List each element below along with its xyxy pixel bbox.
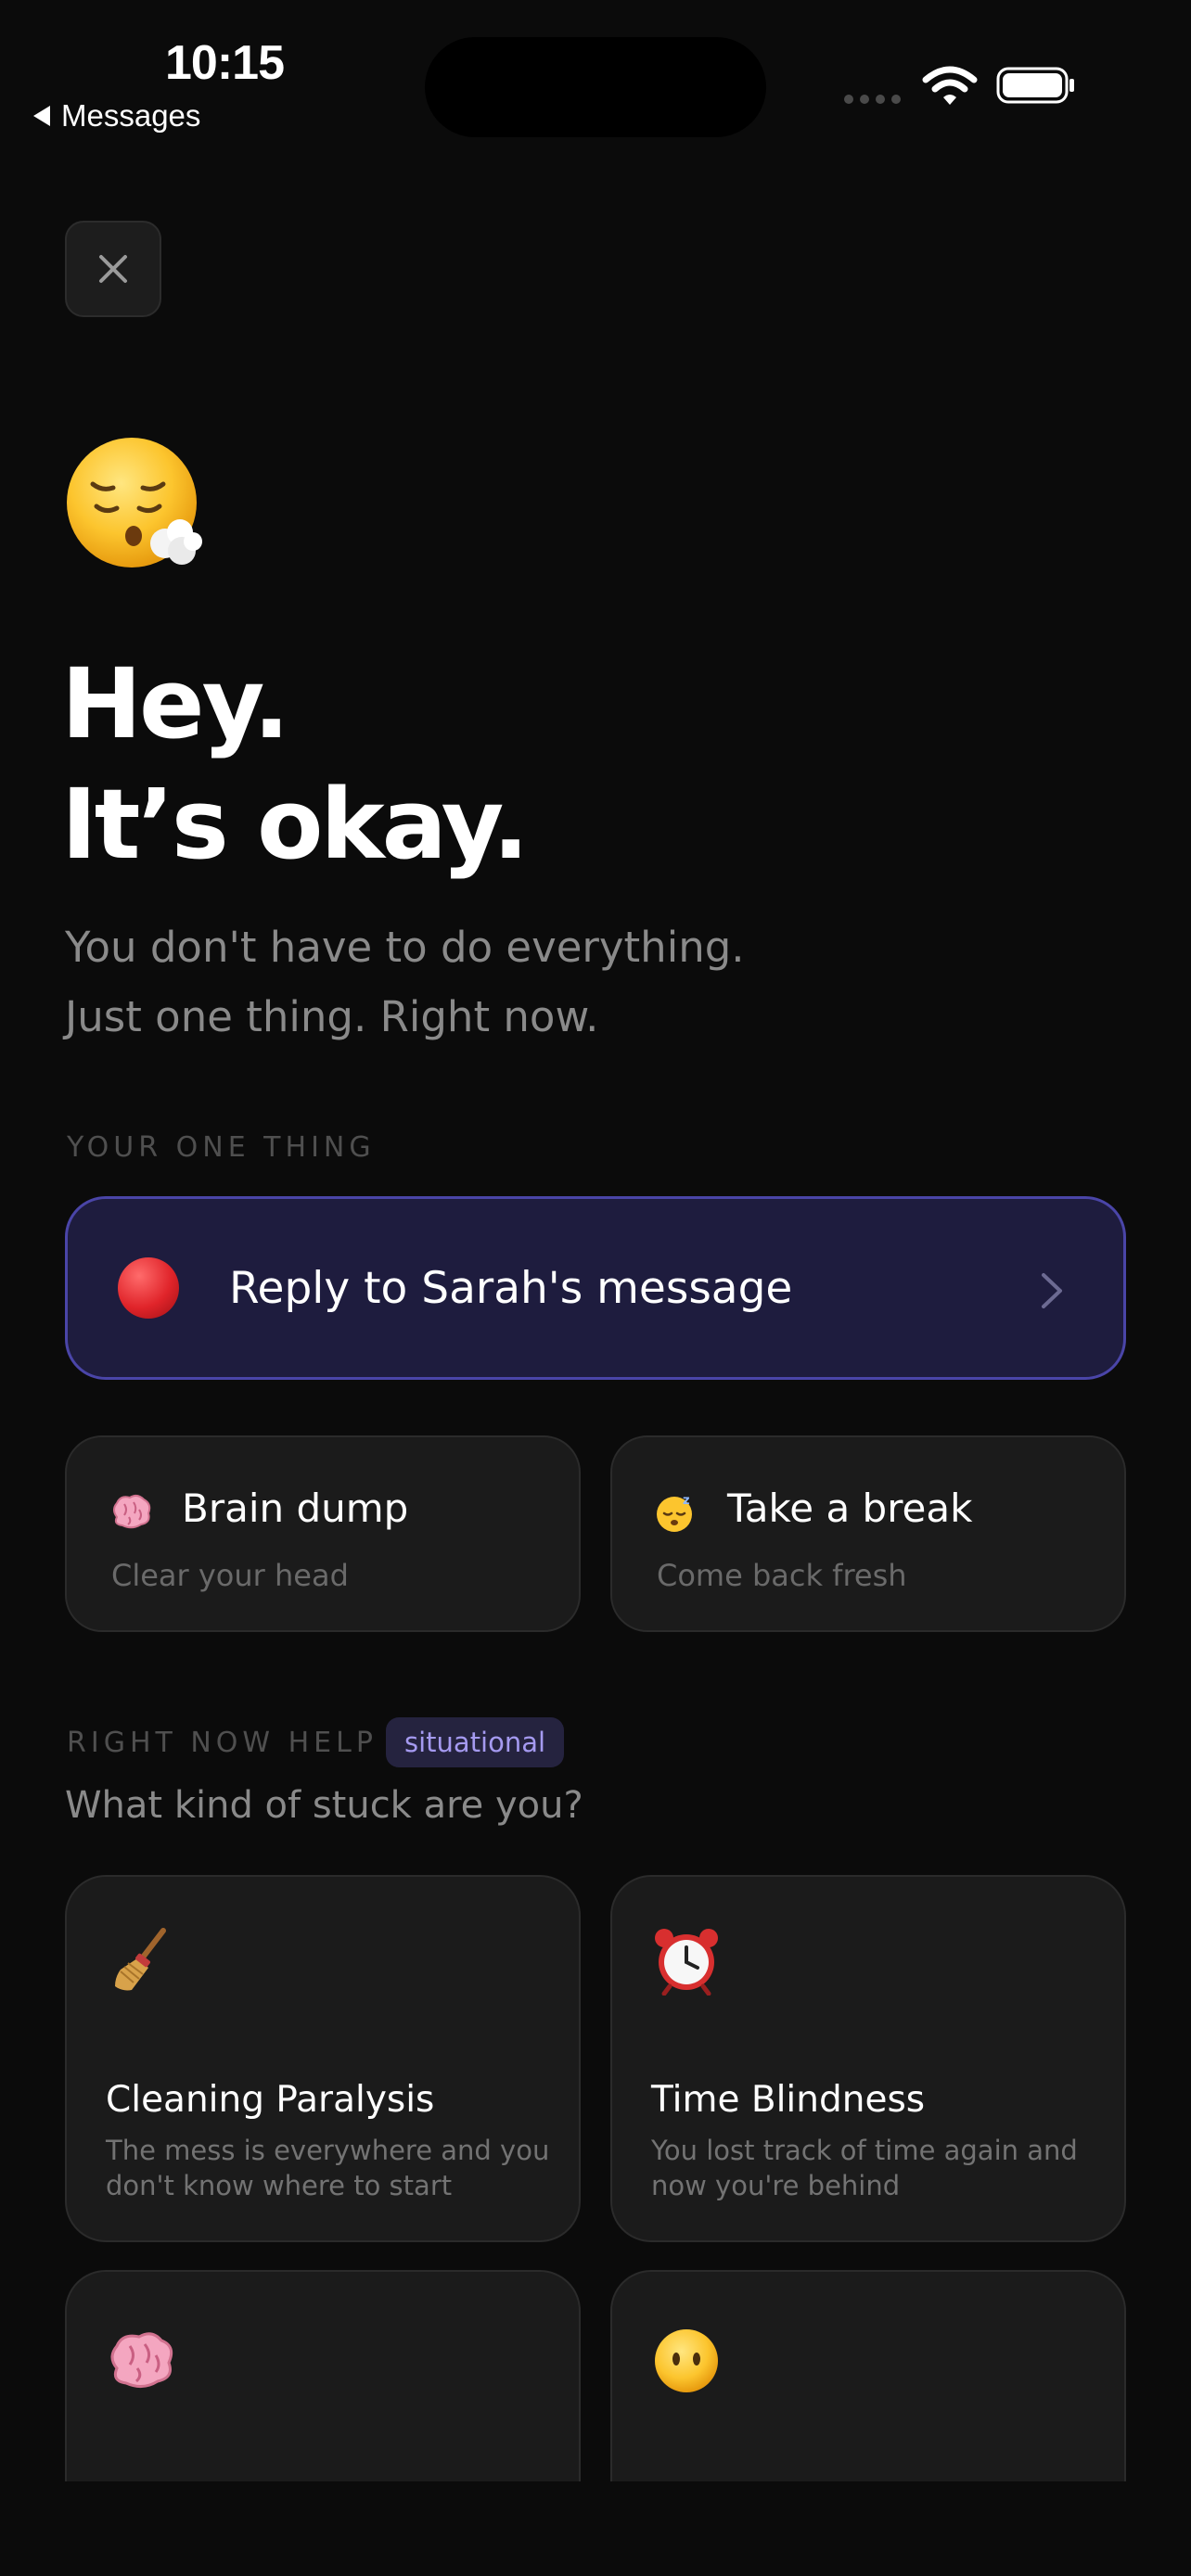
headline: Hey. It’s okay.: [61, 644, 529, 885]
battery-icon: [996, 67, 1074, 104]
headline-line-2: It’s okay.: [61, 768, 529, 881]
brain-dump-subtitle: Clear your head: [111, 1558, 349, 1593]
cleaning-paralysis-title: Cleaning Paralysis: [106, 2079, 435, 2121]
svg-text:z: z: [683, 1494, 690, 1508]
subtitle: You don't have to do everything. Just on…: [65, 912, 745, 1052]
close-icon: [99, 255, 127, 283]
time-blindness-description: You lost track of time again and now you…: [651, 2135, 1078, 2201]
app-screen: 10:15 Messages Hey. It’s okay. You don't…: [0, 0, 1191, 2576]
close-button[interactable]: [65, 221, 161, 317]
brain-icon: [113, 1494, 151, 1529]
broom-icon: [115, 1928, 166, 1991]
red-circle-icon: [118, 1257, 179, 1319]
status-time: 10:15: [165, 36, 285, 90]
sleeping-face-icon: z: [657, 1494, 692, 1532]
subtitle-line-1: You don't have to do everything.: [65, 923, 745, 972]
back-triangle-icon: [33, 106, 50, 126]
wifi-icon: [922, 66, 978, 105]
one-thing-task-label: Reply to Sarah's message: [229, 1262, 793, 1314]
time-blindness-title: Time Blindness: [651, 2079, 926, 2121]
stuck-question: What kind of stuck are you?: [65, 1784, 583, 1827]
face-without-mouth-icon: [655, 2329, 718, 2392]
subtitle-line-2: Just one thing. Right now.: [65, 992, 599, 1041]
brain-icon: [110, 2332, 173, 2388]
situational-badge: situational: [386, 1717, 565, 1767]
time-blindness-card[interactable]: Time Blindness You lost track of time ag…: [610, 1875, 1126, 2242]
take-a-break-card[interactable]: z Take a break Come back fresh: [610, 1435, 1126, 1632]
take-a-break-title: Take a break: [727, 1486, 973, 1531]
cleaning-paralysis-card[interactable]: Cleaning Paralysis The mess is everywher…: [65, 1875, 581, 2242]
bottom-mask: [0, 2481, 1191, 2576]
brain-dump-title: Brain dump: [182, 1486, 409, 1531]
back-link-label: Messages: [61, 98, 201, 133]
cleaning-paralysis-description: The mess is everywhere and you don't kno…: [106, 2135, 550, 2201]
face-exhaling-icon: [67, 438, 202, 567]
alarm-clock-icon: [655, 1929, 718, 1996]
one-thing-card[interactable]: Reply to Sarah's message: [65, 1196, 1126, 1380]
chevron-right-icon: [1042, 1273, 1062, 1308]
right-now-help-label: RIGHT NOW HELP: [67, 1727, 378, 1759]
cellular-signal-icon: [844, 95, 901, 104]
brain-dump-card[interactable]: Brain dump Clear your head: [65, 1435, 581, 1632]
headline-line-1: Hey.: [61, 647, 289, 760]
back-to-messages-link[interactable]: Messages: [33, 98, 200, 134]
take-a-break-subtitle: Come back fresh: [657, 1558, 907, 1593]
dynamic-island: [425, 37, 766, 137]
your-one-thing-label: YOUR ONE THING: [67, 1131, 376, 1164]
